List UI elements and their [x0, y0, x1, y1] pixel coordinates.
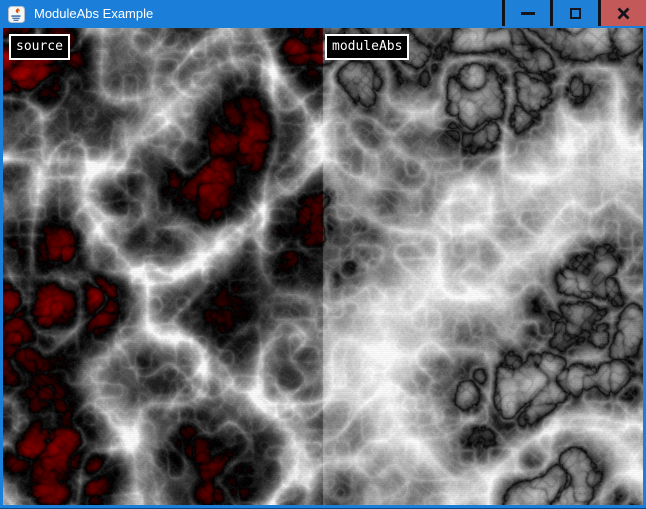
maximize-button[interactable]: [550, 0, 598, 26]
panel-label-moduleabs: moduleAbs: [325, 34, 409, 60]
window-controls: [502, 0, 646, 26]
close-button[interactable]: [598, 0, 646, 26]
minimize-button[interactable]: [502, 0, 550, 26]
titlebar[interactable]: ModuleAbs Example: [0, 0, 646, 28]
panel-label-source: source: [9, 34, 70, 60]
close-icon: [617, 7, 630, 20]
window-title: ModuleAbs Example: [34, 0, 502, 28]
window: ModuleAbs Example source moduleAbs: [0, 0, 646, 509]
maximize-icon: [570, 8, 581, 19]
java-coffee-cup-icon: [8, 6, 25, 23]
minimize-icon: [521, 12, 535, 15]
noise-render-canvas: [3, 28, 643, 505]
content-area: source moduleAbs: [3, 28, 643, 505]
